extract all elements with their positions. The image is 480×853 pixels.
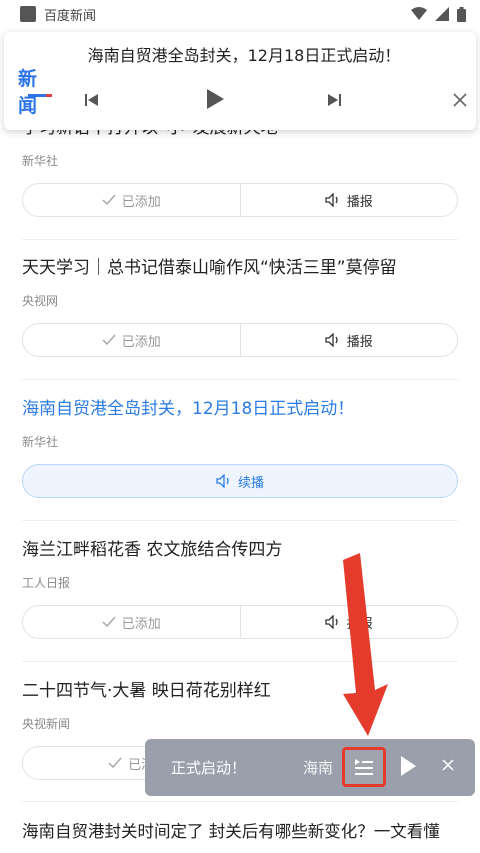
logo-underline — [28, 94, 46, 97]
news-headline[interactable]: 海兰江畔稻花香 农文旅结合传四方 — [22, 538, 458, 562]
added-label: 已添加 — [121, 616, 161, 632]
list-item[interactable]: 天天学习｜总书记借泰山喻作风“快活三里”莫停留 央视网 已添加 播报 — [0, 240, 480, 380]
list-item[interactable]: 海南自贸港封关时间定了 封关后有哪些新变化？一文看懂 — [0, 802, 480, 853]
card-actions: 已添加 播报 — [22, 323, 458, 357]
logo-text: 新闻 — [18, 68, 37, 117]
play-icon — [207, 89, 224, 109]
checkmark-icon — [102, 616, 116, 628]
logo-underline-accent — [46, 94, 52, 97]
card-actions: 已添加 播报 — [22, 183, 458, 217]
close-icon — [442, 759, 454, 771]
previous-button[interactable] — [80, 88, 104, 112]
list-item-playing[interactable]: 海南自贸港全岛封关，12月18日正式启动！ 新华社 续播 — [0, 380, 480, 521]
speaker-icon — [325, 193, 338, 207]
news-headline[interactable]: 天天学习｜总书记借泰山喻作风“快活三里”莫停留 — [22, 256, 458, 280]
news-headline[interactable]: 海南自贸港封关时间定了 封关后有哪些新变化？一文看懂 — [22, 820, 458, 844]
broadcast-label: 播报 — [346, 194, 373, 210]
wifi-icon — [411, 7, 427, 20]
speaker-icon — [325, 333, 338, 347]
broadcast-label: 播报 — [346, 616, 373, 632]
list-item[interactable]: 海兰江畔稻花香 农文旅结合传四方 工人日报 已添加 播报 — [0, 521, 480, 662]
news-source: 新华社 — [22, 154, 59, 168]
close-icon — [453, 93, 467, 107]
signal-icon — [435, 7, 449, 21]
news-headline[interactable]: 二十四节气·大暑 映日荷花别样红 — [22, 679, 458, 703]
mini-player-title: 正式启动！ — [171, 759, 247, 777]
continue-play-button[interactable]: 续播 — [23, 465, 457, 497]
mini-player-title-scroll: 海南 — [303, 759, 334, 777]
checkmark-icon — [102, 194, 116, 206]
mini-play-button[interactable] — [399, 755, 417, 781]
card-actions: 续播 — [22, 464, 458, 498]
card-actions: 已添加 播报 — [22, 605, 458, 639]
close-player-button[interactable] — [448, 88, 472, 112]
top-audio-player: 新闻 海南自贸港全岛封关，12月18日正式启动！ — [4, 32, 476, 130]
broadcast-label: 播报 — [346, 334, 373, 350]
news-source: 新华社 — [22, 435, 59, 449]
checkmark-icon — [108, 757, 122, 769]
speaker-icon — [325, 615, 338, 629]
checkmark-icon — [102, 334, 116, 346]
added-button[interactable]: 已添加 — [23, 184, 240, 216]
next-button[interactable] — [322, 88, 346, 112]
added-button[interactable]: 已添加 — [23, 606, 240, 638]
news-headline[interactable]: 海南自贸港全岛封关，12月18日正式启动！ — [22, 397, 458, 421]
news-source: 工人日报 — [22, 576, 71, 590]
added-label: 已添加 — [121, 334, 161, 350]
play-button[interactable] — [200, 84, 230, 114]
broadcast-button[interactable]: 播报 — [239, 184, 458, 216]
battery-icon — [457, 6, 466, 22]
added-label: 已添加 — [121, 194, 161, 210]
app-icon — [20, 6, 36, 22]
broadcast-button[interactable]: 播报 — [239, 324, 458, 356]
mini-audio-player[interactable]: 正式启动！ 海南 — [145, 739, 475, 796]
baidu-news-logo: 新闻 — [18, 64, 52, 117]
status-app-title: 百度新闻 — [44, 8, 97, 24]
skip-next-icon — [328, 94, 341, 106]
playlist-button[interactable] — [342, 747, 386, 787]
news-source: 央视网 — [22, 294, 59, 308]
play-icon — [401, 756, 416, 776]
speaker-icon — [216, 474, 229, 488]
mini-close-button[interactable] — [441, 757, 455, 776]
status-bar: 百度新闻 — [0, 0, 480, 28]
broadcast-button[interactable]: 播报 — [239, 606, 458, 638]
now-playing-title: 海南自贸港全岛封关，12月18日正式启动！ — [87, 46, 401, 65]
news-source: 央视新闻 — [22, 717, 71, 731]
status-icons — [411, 6, 466, 22]
playlist-icon — [355, 759, 373, 775]
skip-previous-icon — [85, 94, 98, 106]
continue-play-label: 续播 — [237, 475, 264, 491]
added-button[interactable]: 已添加 — [23, 324, 240, 356]
